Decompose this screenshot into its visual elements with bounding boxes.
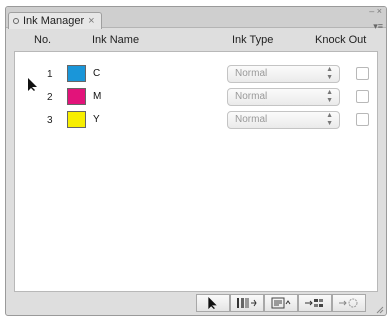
column-headers: No. Ink Name Ink Type Knock Out	[6, 34, 386, 48]
select-stepper-icon: ▲ ▼	[326, 112, 333, 127]
tab-close-icon[interactable]: ×	[88, 14, 94, 29]
ink-list: 1 C Normal ▲▼ 2 M Normal ▲▼ 3 Y Normal	[14, 51, 378, 292]
ink-number: 2	[47, 92, 53, 103]
ink-number: 1	[47, 69, 53, 80]
panel-menu-icon[interactable]: ▾≡	[373, 21, 383, 32]
knock-out-checkbox[interactable]	[356, 90, 369, 103]
header-ink-type: Ink Type	[232, 34, 274, 46]
tab-ink-manager[interactable]: Ink Manager ×	[8, 12, 102, 29]
new-ink-icon	[237, 298, 257, 308]
ink-type-select[interactable]: Normal ▲ ▼	[227, 111, 340, 129]
ink-type-select[interactable]: Normal ▲ ▼	[227, 65, 340, 83]
select-arrow-button[interactable]	[196, 294, 230, 312]
ink-number: 3	[47, 115, 53, 126]
select-arrow-icon	[208, 296, 217, 309]
tab-handle-icon	[13, 18, 19, 24]
ink-swatch	[67, 111, 86, 128]
ink-type-value: Normal	[235, 114, 268, 125]
delete-ink-button[interactable]	[332, 294, 366, 312]
close-icon[interactable]: ×	[377, 7, 382, 16]
ink-row[interactable]: 3 Y Normal ▲ ▼	[15, 110, 377, 130]
ink-row[interactable]: 1 C Normal ▲ ▼	[15, 64, 377, 84]
ink-row[interactable]: 2 M Normal ▲ ▼	[15, 87, 377, 107]
ink-swatch	[67, 65, 86, 82]
resize-grip-icon[interactable]	[376, 306, 384, 314]
ink-name: Y	[93, 114, 100, 125]
ink-manager-panel: Ink Manager × – × ▾≡ No. Ink Name Ink Ty…	[5, 6, 387, 316]
ink-type-value: Normal	[235, 91, 268, 102]
bottom-toolbar	[6, 294, 386, 315]
ink-name: C	[93, 68, 101, 79]
header-knock-out: Knock Out	[315, 34, 367, 46]
select-stepper-icon: ▲ ▼	[326, 66, 333, 81]
move-ink-icon	[305, 299, 323, 307]
window-controls: – ×	[369, 7, 382, 16]
edit-ink-button[interactable]	[264, 294, 298, 312]
ink-name: M	[93, 91, 102, 102]
select-stepper-icon: ▲ ▼	[326, 89, 333, 104]
header-no: No.	[34, 34, 52, 46]
edit-ink-icon	[271, 297, 291, 309]
ink-swatch	[67, 88, 86, 105]
tab-bar: Ink Manager × – × ▾≡	[6, 7, 386, 31]
knock-out-checkbox[interactable]	[356, 67, 369, 80]
minimize-icon[interactable]: –	[369, 7, 374, 16]
ink-type-select[interactable]: Normal ▲ ▼	[227, 88, 340, 106]
ink-type-value: Normal	[235, 68, 268, 79]
move-ink-button[interactable]	[298, 294, 332, 312]
header-ink-name: Ink Name	[92, 34, 140, 46]
knock-out-checkbox[interactable]	[356, 113, 369, 126]
tab-title: Ink Manager	[23, 14, 85, 27]
delete-ink-icon	[339, 298, 358, 308]
new-ink-button[interactable]	[230, 294, 264, 312]
